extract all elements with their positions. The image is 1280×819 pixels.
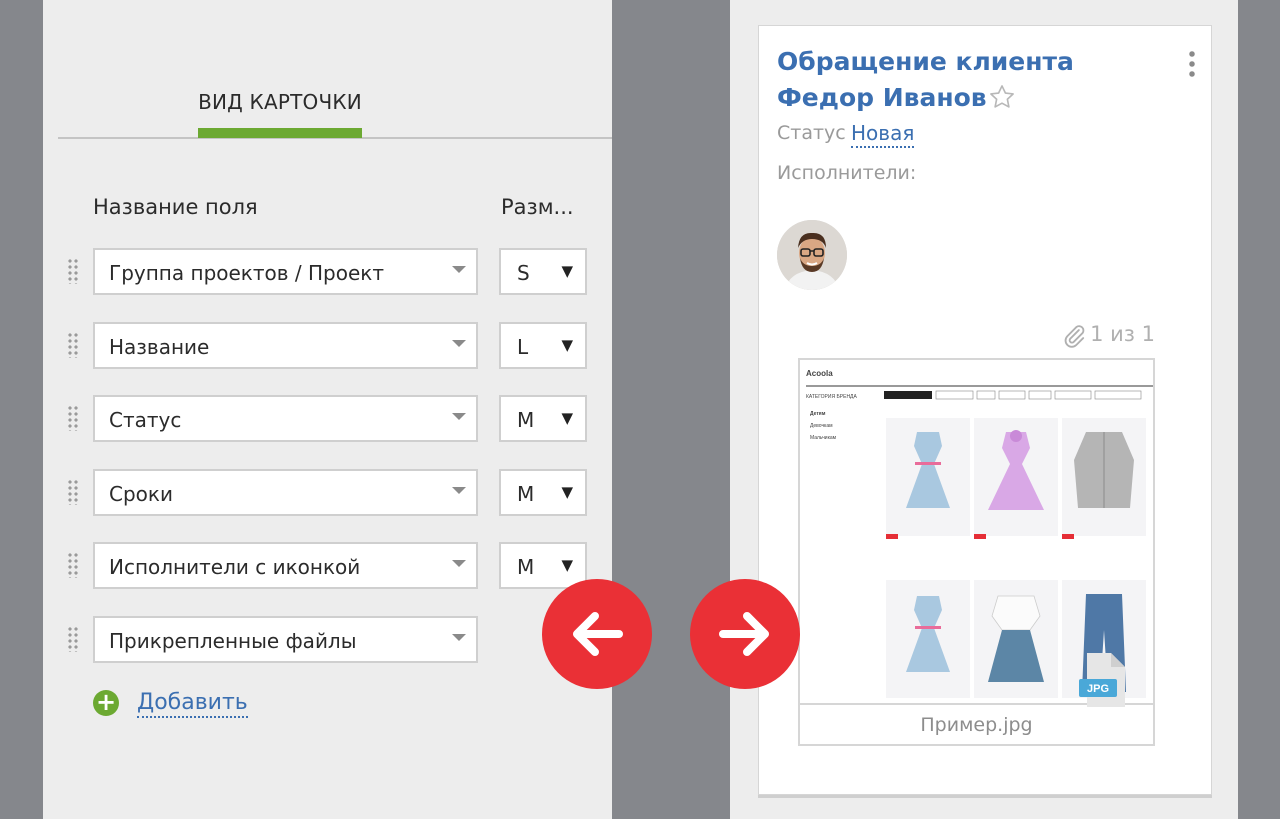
field-select[interactable]: Исполнители с иконкой (93, 542, 478, 589)
jpg-file-icon: JPG (1079, 653, 1125, 707)
drag-handle-icon[interactable] (67, 405, 79, 431)
paperclip-icon (1064, 325, 1085, 348)
field-select[interactable]: Группа проектов / Проект (93, 248, 478, 295)
preview-sidebar-item: Девочкам (810, 423, 833, 429)
status-value[interactable]: Новая (851, 120, 915, 148)
chevron-down-icon (452, 487, 466, 494)
field-select-value: Группа проектов / Проект (109, 261, 385, 285)
size-select[interactable]: S ▼ (499, 248, 587, 295)
size-select[interactable]: M ▼ (499, 542, 587, 589)
field-row: Название L ▼ (43, 322, 612, 370)
arrow-right-icon (719, 612, 769, 656)
size-select-value: M (517, 408, 535, 432)
next-button[interactable] (690, 579, 800, 689)
column-header-field-name: Название поля (93, 195, 258, 219)
preview-sidebar-item: Мальчикам (810, 435, 837, 441)
chevron-down-icon: ▼ (561, 409, 573, 427)
field-row: Сроки M ▼ (43, 469, 612, 517)
chevron-down-icon: ▼ (561, 262, 573, 280)
star-icon[interactable] (987, 83, 1017, 111)
card-settings-panel: ВИД КАРТОЧКИ Название поля Разм... Групп… (43, 0, 612, 819)
size-select[interactable]: L ▼ (499, 322, 587, 369)
field-select[interactable]: Прикрепленные файлы (93, 616, 478, 663)
previous-button[interactable] (542, 579, 652, 689)
chevron-down-icon: ▼ (561, 556, 573, 574)
chevron-down-icon: ▼ (561, 483, 573, 501)
field-row: Статус M ▼ (43, 395, 612, 443)
size-select[interactable]: M ▼ (499, 469, 587, 516)
size-select-value: M (517, 482, 535, 506)
field-select[interactable]: Название (93, 322, 478, 369)
drag-handle-icon[interactable] (67, 479, 79, 505)
field-select[interactable]: Статус (93, 395, 478, 442)
attachment-filename[interactable]: Пример.jpg (800, 703, 1153, 744)
chevron-down-icon: ▼ (561, 336, 573, 354)
attachment-counter: 1 из 1 (1090, 322, 1155, 346)
preview-category-label: КАТЕГОРИЯ БРЕНДА (806, 394, 857, 400)
preview-brand: Acoola (806, 369, 833, 378)
size-select-value: M (517, 555, 535, 579)
drag-handle-icon[interactable] (67, 552, 79, 578)
drag-handle-icon[interactable] (67, 626, 79, 652)
chevron-down-icon (452, 634, 466, 641)
arrow-left-icon (573, 612, 623, 656)
card-preview-panel: Обращение клиента Федор Иванов Статус Но… (730, 0, 1238, 819)
card-title-line2: Федор Иванов (777, 83, 987, 112)
field-select[interactable]: Сроки (93, 469, 478, 516)
field-row: Группа проектов / Проект S ▼ (43, 248, 612, 296)
drag-handle-icon[interactable] (67, 332, 79, 358)
attachment-thumbnail: Acoola КАТЕГОРИЯ БРЕНДА Детям Девочкам М… (800, 360, 1153, 700)
field-select-value: Название (109, 335, 210, 359)
field-select-value: Исполнители с иконкой (109, 555, 361, 579)
chevron-down-icon (452, 266, 466, 273)
field-select-value: Прикрепленные файлы (109, 629, 357, 653)
field-row: Прикрепленные файлы (43, 616, 612, 664)
field-select-value: Статус (109, 408, 182, 432)
active-tab-indicator (198, 128, 362, 138)
field-select-value: Сроки (109, 482, 173, 506)
preview-sidebar-item: Детям (810, 411, 826, 417)
assignees-label: Исполнители: (777, 162, 917, 184)
size-select[interactable]: M ▼ (499, 395, 587, 442)
card-title-line1: Обращение клиента (777, 47, 1074, 76)
field-row: Исполнители с иконкой M ▼ (43, 542, 612, 590)
size-select-value: S (517, 261, 530, 285)
column-header-size: Разм... (501, 195, 574, 219)
chevron-down-icon (452, 413, 466, 420)
status-label: Статус (777, 122, 846, 144)
kebab-menu-icon[interactable] (1189, 49, 1195, 77)
task-card[interactable]: Обращение клиента Федор Иванов Статус Но… (758, 25, 1212, 795)
chevron-down-icon (452, 340, 466, 347)
avatar[interactable] (777, 220, 847, 290)
tab-card-view[interactable]: ВИД КАРТОЧКИ (198, 90, 362, 114)
add-field-link[interactable]: Добавить (137, 690, 248, 718)
plus-circle-icon: + (93, 690, 119, 716)
chevron-down-icon (452, 560, 466, 567)
card-title[interactable]: Обращение клиента Федор Иванов (777, 44, 1074, 116)
drag-handle-icon[interactable] (67, 258, 79, 284)
size-select-value: L (517, 335, 529, 359)
file-type-label: JPG (1087, 683, 1109, 695)
